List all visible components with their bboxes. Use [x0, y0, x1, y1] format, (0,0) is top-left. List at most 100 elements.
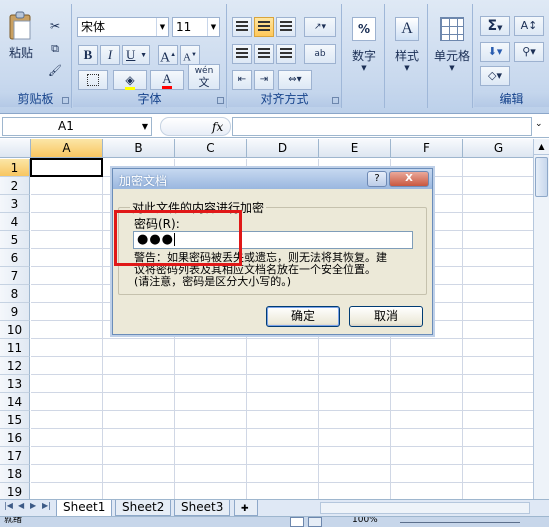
paste-button[interactable]: 粘贴	[4, 10, 38, 70]
column-header-f[interactable]: F	[391, 139, 463, 158]
row-header-8[interactable]: 8	[0, 285, 30, 303]
find-select-button[interactable]: ⚲▾	[514, 42, 544, 62]
first-sheet-icon[interactable]: |◀	[4, 501, 13, 510]
row-header-14[interactable]: 14	[0, 393, 30, 411]
wrap-text-button[interactable]: ab	[304, 44, 336, 64]
row-header-19[interactable]: 19	[0, 483, 30, 499]
row-header-11[interactable]: 11	[0, 339, 30, 357]
sort-filter-button[interactable]: A↕	[514, 16, 544, 36]
cut-button[interactable]: ✂	[45, 18, 65, 36]
insert-sheet-button[interactable]: ✚	[234, 500, 258, 516]
help-button[interactable]: ?	[367, 171, 387, 187]
row-header-18[interactable]: 18	[0, 465, 30, 483]
number-format-button[interactable]: % 数字 ▼	[347, 12, 381, 82]
underline-button[interactable]: U ▼	[122, 45, 150, 65]
column-header-a[interactable]: A	[31, 139, 103, 158]
column-header-b[interactable]: B	[103, 139, 175, 158]
align-middle-button[interactable]	[254, 17, 274, 37]
align-center-button[interactable]	[254, 44, 274, 64]
increase-indent-button[interactable]: ⇥	[254, 70, 274, 90]
dialog-titlebar[interactable]: 加密文档 ? X	[113, 169, 432, 189]
sheet-tab-2[interactable]: Sheet2	[115, 500, 172, 516]
copy-button[interactable]: ⧉	[45, 40, 65, 58]
column-header-d[interactable]: D	[247, 139, 319, 158]
column-header-c[interactable]: C	[175, 139, 247, 158]
font-size-combo[interactable]: 11 ▼	[172, 17, 220, 37]
formula-input[interactable]	[232, 117, 532, 136]
column-header-e[interactable]: E	[319, 139, 391, 158]
clear-button[interactable]: ◇▾	[480, 66, 510, 86]
borders-button[interactable]	[78, 70, 108, 90]
fill-button[interactable]: ⬇▾	[480, 42, 510, 62]
chevron-down-icon[interactable]: ▼	[142, 118, 148, 135]
row-header-6[interactable]: 6	[0, 249, 30, 267]
orientation-button[interactable]: ↗▾	[304, 17, 336, 37]
font-dialog-launcher[interactable]	[217, 97, 224, 104]
vertical-scrollbar[interactable]: ▲	[533, 139, 549, 499]
scroll-thumb[interactable]	[535, 157, 548, 197]
row-header-13[interactable]: 13	[0, 375, 30, 393]
column-header-g[interactable]: G	[463, 139, 533, 158]
normal-view-icon[interactable]	[290, 517, 304, 527]
align-top-icon	[236, 21, 248, 33]
insert-function-button[interactable]: fx	[212, 120, 223, 134]
phonetic-button[interactable]: wén 文	[188, 64, 220, 90]
row-header-3[interactable]: 3	[0, 195, 30, 213]
prev-sheet-icon[interactable]: ◀	[18, 501, 24, 510]
grow-font-button[interactable]: A▲	[158, 45, 178, 66]
row-header-2[interactable]: 2	[0, 177, 30, 195]
row-header-16[interactable]: 16	[0, 429, 30, 447]
row-header-12[interactable]: 12	[0, 357, 30, 375]
name-box[interactable]: A1 ▼	[2, 117, 152, 136]
sheet-tab-1[interactable]: Sheet1	[56, 500, 113, 517]
close-button[interactable]: X	[389, 171, 429, 187]
scroll-up-icon[interactable]: ▲	[534, 139, 549, 155]
row-header-5[interactable]: 5	[0, 231, 30, 249]
horizontal-scrollbar[interactable]	[320, 502, 530, 514]
font-color-button[interactable]: A	[150, 70, 184, 90]
fill-color-button[interactable]: ◈	[113, 70, 147, 90]
format-painter-button[interactable]: 🖌	[45, 62, 65, 80]
italic-button[interactable]: I	[100, 45, 120, 65]
active-cell-a1[interactable]	[30, 158, 103, 177]
chevron-down-icon[interactable]: ▼	[156, 18, 168, 36]
next-sheet-icon[interactable]: ▶	[30, 501, 36, 510]
chevron-down-icon[interactable]: ▼	[207, 18, 219, 36]
password-input[interactable]: ●●●	[133, 231, 413, 249]
ok-button[interactable]: 确定	[266, 306, 340, 327]
align-top-button[interactable]	[232, 17, 252, 37]
shrink-font-button[interactable]: A▼	[180, 45, 200, 65]
font-name-combo[interactable]: 宋体 ▼	[77, 17, 169, 37]
autosum-button[interactable]: Σ▼	[480, 16, 510, 36]
chevron-down-icon: ▼	[449, 64, 455, 72]
zoom-level[interactable]: 100%	[352, 517, 378, 526]
row-header-9[interactable]: 9	[0, 303, 30, 321]
row-header-7[interactable]: 7	[0, 267, 30, 285]
cancel-button[interactable]: 取消	[349, 306, 423, 327]
alignment-dialog-launcher[interactable]	[332, 97, 339, 104]
styles-button[interactable]: A 样式 ▼	[390, 12, 424, 82]
clipboard-dialog-launcher[interactable]	[62, 97, 69, 104]
align-left-button[interactable]	[232, 44, 252, 64]
page-layout-icon[interactable]	[308, 517, 322, 527]
styles-group: A 样式 ▼	[386, 4, 428, 108]
expand-formula-bar-icon[interactable]: ⌄	[535, 119, 543, 129]
status-bar: 就绪 100%	[0, 516, 549, 527]
clipboard-group: 粘贴 ✂ ⧉ 🖌 剪贴板	[0, 4, 72, 108]
merge-icon: ⇔▾	[288, 74, 302, 85]
sheet-tab-3[interactable]: Sheet3	[174, 500, 231, 516]
cells-button[interactable]: 单元格 ▼	[432, 12, 472, 82]
bold-button[interactable]: B	[78, 45, 98, 65]
row-header-4[interactable]: 4	[0, 213, 30, 231]
row-header-1[interactable]: 1	[0, 159, 30, 177]
last-sheet-icon[interactable]: ▶|	[42, 501, 51, 510]
decrease-indent-button[interactable]: ⇤	[232, 70, 252, 90]
merge-center-button[interactable]: ⇔▾	[278, 70, 312, 90]
align-right-button[interactable]	[276, 44, 296, 64]
zoom-slider[interactable]	[400, 522, 520, 523]
align-bottom-button[interactable]	[276, 17, 296, 37]
row-header-10[interactable]: 10	[0, 321, 30, 339]
row-header-17[interactable]: 17	[0, 447, 30, 465]
select-all-corner[interactable]	[0, 139, 31, 158]
row-header-15[interactable]: 15	[0, 411, 30, 429]
